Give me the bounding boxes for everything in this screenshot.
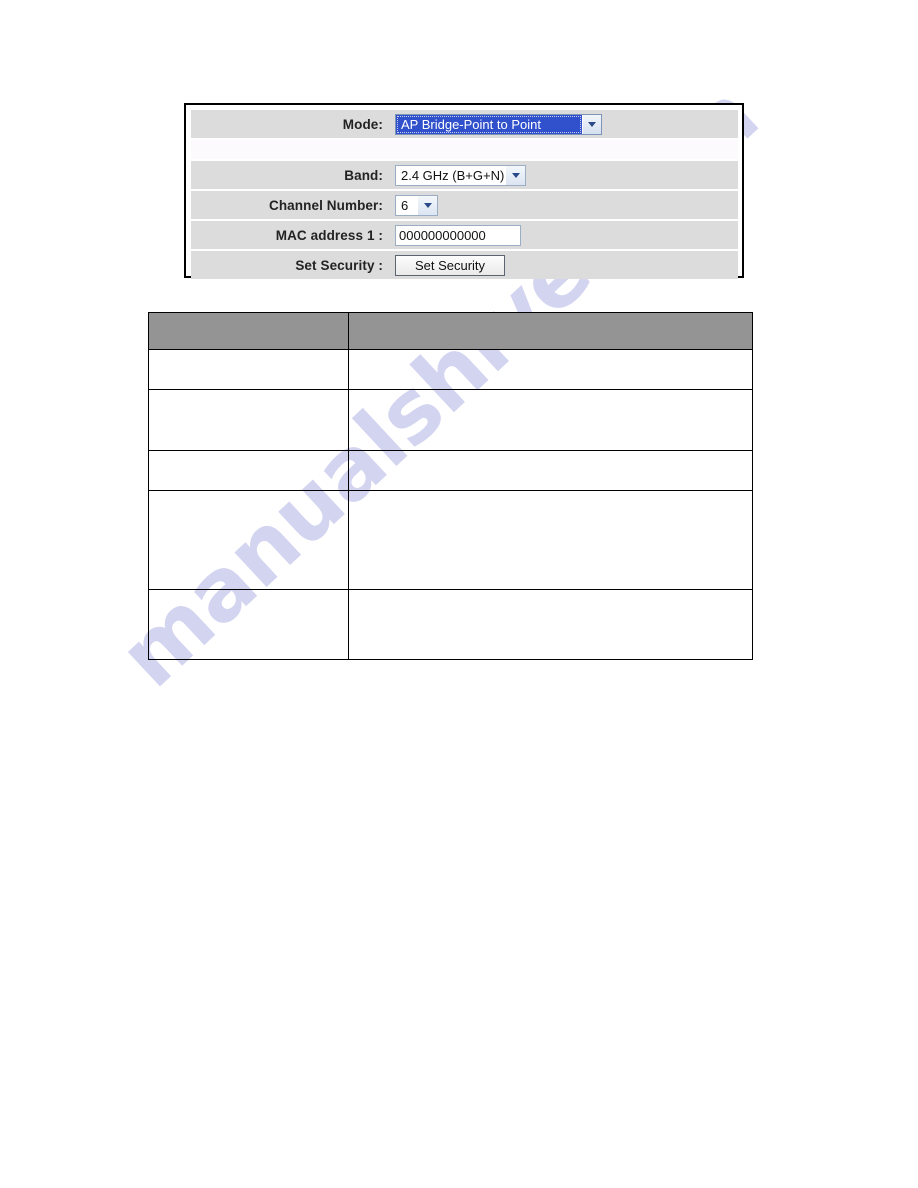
- table-row: [148, 589, 753, 660]
- parameter-description-table: [148, 312, 753, 660]
- table-cell-description: [348, 589, 753, 660]
- form-row-mac-address: MAC address 1 :: [191, 221, 738, 249]
- mode-select-value: AP Bridge-Point to Point: [396, 114, 582, 134]
- table-header-row: [148, 312, 753, 350]
- chevron-down-icon[interactable]: [506, 165, 525, 185]
- table-row: [148, 490, 753, 590]
- mode-select[interactable]: AP Bridge-Point to Point: [395, 113, 602, 135]
- chevron-down-icon[interactable]: [418, 195, 437, 215]
- form-row-spacer: [191, 140, 738, 159]
- form-row-channel-number: Channel Number: 6: [191, 191, 738, 219]
- chevron-down-icon[interactable]: [582, 114, 601, 134]
- label-channel-number: Channel Number:: [268, 197, 383, 213]
- table-cell-description: [348, 389, 753, 451]
- field-set-security: Set Security: [391, 254, 738, 276]
- field-mode: AP Bridge-Point to Point: [391, 113, 738, 135]
- table-row: [148, 389, 753, 451]
- label-mode: Mode:: [342, 116, 383, 132]
- table-row: [148, 349, 753, 390]
- table-cell-term: [148, 450, 349, 491]
- label-mac-address: MAC address 1 :: [275, 227, 383, 243]
- label-band: Band:: [344, 167, 383, 183]
- form-row-band: Band: 2.4 GHz (B+G+N): [191, 161, 738, 189]
- band-select[interactable]: 2.4 GHz (B+G+N): [395, 164, 526, 186]
- field-channel-number: 6: [391, 194, 738, 216]
- band-select-value: 2.4 GHz (B+G+N): [401, 167, 505, 183]
- channel-number-select-value: 6: [401, 197, 409, 213]
- table-cell-term: [148, 389, 349, 451]
- table-cell-description: [348, 349, 753, 390]
- wireless-basic-settings-panel: Mode: AP Bridge-Point to Point Band: 2.4…: [184, 103, 744, 279]
- label-set-security: Set Security :: [295, 257, 383, 273]
- table-cell-term: [148, 589, 349, 660]
- table-header-cell-description: [348, 312, 753, 350]
- field-band: 2.4 GHz (B+G+N): [391, 164, 738, 186]
- field-mac-address: [391, 224, 738, 246]
- form-row-mode: Mode: AP Bridge-Point to Point: [191, 110, 738, 138]
- table-cell-term: [148, 349, 349, 390]
- form-row-set-security: Set Security : Set Security: [191, 251, 738, 279]
- mac-address-input[interactable]: [395, 224, 521, 246]
- table-row: [148, 450, 753, 491]
- channel-number-select[interactable]: 6: [395, 194, 438, 216]
- table-cell-description: [348, 450, 753, 491]
- table-cell-term: [148, 490, 349, 590]
- table-cell-description: [348, 490, 753, 590]
- table-header-cell-term: [148, 312, 349, 350]
- set-security-button[interactable]: Set Security: [395, 254, 505, 276]
